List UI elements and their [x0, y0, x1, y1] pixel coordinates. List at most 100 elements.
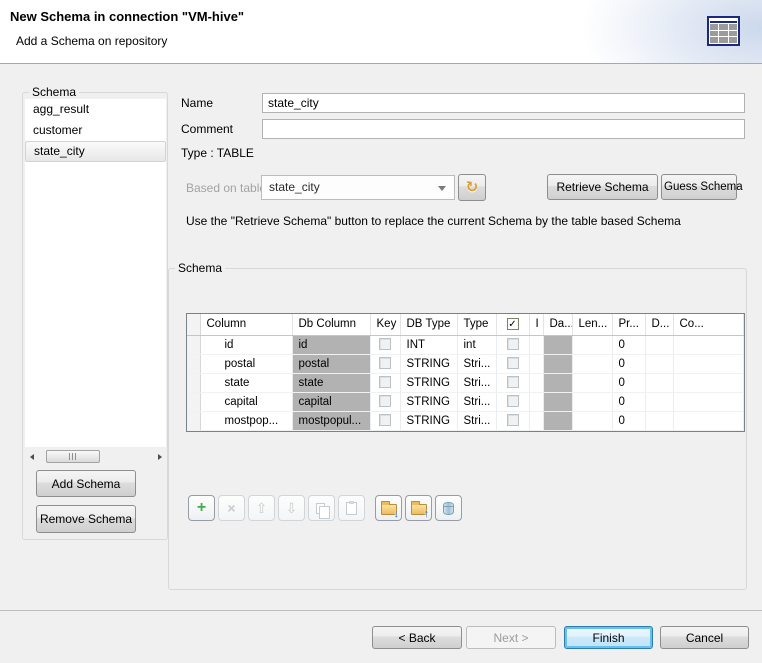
copy-icon [316, 503, 325, 514]
schema-list-group-label: Schema [29, 85, 79, 99]
table-row: postalpostal STRINGStri... 0 [187, 354, 743, 373]
name-input[interactable] [262, 93, 745, 113]
remove-column-button: × [218, 495, 245, 521]
cell-key[interactable] [370, 373, 400, 392]
cell-key[interactable] [370, 335, 400, 354]
cancel-button[interactable]: Cancel [660, 626, 749, 649]
remove-schema-button[interactable]: Remove Schema [36, 505, 136, 533]
cell-comment[interactable] [673, 354, 743, 373]
cell-precision[interactable]: 0 [612, 354, 645, 373]
cell-db-column[interactable]: capital [292, 392, 370, 411]
cell-default[interactable] [645, 392, 673, 411]
table-row: mostpop...mostpopul... STRINGStri... 0 [187, 411, 743, 430]
cell-i [529, 335, 543, 354]
refresh-table-list-button[interactable]: ↻ [458, 174, 486, 201]
cell-default[interactable] [645, 373, 673, 392]
cell-db-column[interactable]: mostpopul... [292, 411, 370, 430]
cell-i [529, 354, 543, 373]
schema-list-item[interactable]: state_city [25, 141, 166, 162]
cell-column[interactable]: id [200, 335, 292, 354]
arrow-up-icon: ⇧ [256, 500, 268, 517]
back-button[interactable]: < Back [372, 626, 462, 649]
schema-table: ColumnDb ColumnKeyDB TypeType✓IDa...Len.… [187, 314, 744, 431]
row-header-cell [187, 335, 200, 354]
cell-nullable[interactable] [496, 392, 529, 411]
cell-precision[interactable]: 0 [612, 411, 645, 430]
cell-db-type[interactable]: INT [400, 335, 457, 354]
cell-type[interactable]: int [457, 335, 496, 354]
cell-default[interactable] [645, 411, 673, 430]
column-header: D... [645, 314, 673, 335]
cell-precision[interactable]: 0 [612, 373, 645, 392]
cell-length[interactable] [572, 392, 612, 411]
import-schema-button[interactable]: ↓ [375, 495, 402, 521]
move-up-button: ⇧ [248, 495, 275, 521]
page-title: New Schema in connection "VM-hive" [10, 9, 244, 24]
cell-db-type[interactable]: STRING [400, 354, 457, 373]
column-header: Type [457, 314, 496, 335]
finish-button[interactable]: Finish [564, 626, 653, 649]
cell-date-pattern[interactable] [543, 411, 572, 430]
cell-type[interactable]: Stri... [457, 354, 496, 373]
cell-type[interactable]: Stri... [457, 411, 496, 430]
cell-column[interactable]: postal [200, 354, 292, 373]
checkbox-icon [379, 357, 391, 369]
cell-type[interactable]: Stri... [457, 373, 496, 392]
schema-table-body: ididINTint0postalpostalSTRINGStri...0sta… [187, 335, 743, 430]
cell-db-type[interactable]: STRING [400, 392, 457, 411]
cell-nullable[interactable] [496, 411, 529, 430]
database-button[interactable] [435, 495, 462, 521]
cell-precision[interactable]: 0 [612, 392, 645, 411]
cell-comment[interactable] [673, 373, 743, 392]
cell-comment[interactable] [673, 411, 743, 430]
scrollbar-grip-icon [69, 453, 78, 460]
cell-date-pattern[interactable] [543, 354, 572, 373]
cell-type[interactable]: Stri... [457, 392, 496, 411]
cell-length[interactable] [572, 354, 612, 373]
add-schema-button[interactable]: Add Schema [36, 470, 136, 497]
cell-nullable[interactable] [496, 373, 529, 392]
chevron-down-icon [438, 186, 446, 191]
schema-list-item[interactable]: agg_result [25, 99, 166, 120]
cell-db-type[interactable]: STRING [400, 373, 457, 392]
cell-comment[interactable] [673, 392, 743, 411]
cell-length[interactable] [572, 411, 612, 430]
cell-default[interactable] [645, 354, 673, 373]
cell-precision[interactable]: 0 [612, 335, 645, 354]
cell-column[interactable]: capital [200, 392, 292, 411]
cell-key[interactable] [370, 411, 400, 430]
row-header-cell [187, 411, 200, 430]
cell-default[interactable] [645, 335, 673, 354]
cell-length[interactable] [572, 373, 612, 392]
checkbox-icon [379, 395, 391, 407]
cell-length[interactable] [572, 335, 612, 354]
cell-key[interactable] [370, 392, 400, 411]
cell-comment[interactable] [673, 335, 743, 354]
cell-key[interactable] [370, 354, 400, 373]
cell-date-pattern[interactable] [543, 392, 572, 411]
column-header: Co... [673, 314, 743, 335]
cell-db-column[interactable]: id [292, 335, 370, 354]
cell-column[interactable]: mostpop... [200, 411, 292, 430]
scroll-left-button[interactable] [25, 449, 38, 464]
cell-db-column[interactable]: state [292, 373, 370, 392]
schema-list: agg_resultcustomerstate_city [25, 99, 166, 447]
cell-date-pattern[interactable] [543, 335, 572, 354]
scroll-right-button[interactable] [153, 449, 166, 464]
comment-input[interactable] [262, 119, 745, 139]
based-on-table-value: state_city [269, 180, 320, 194]
guess-schema-button[interactable]: Guess Schema [661, 174, 737, 200]
cell-nullable[interactable] [496, 335, 529, 354]
retrieve-schema-button[interactable]: Retrieve Schema [547, 174, 658, 200]
schema-list-hscrollbar[interactable] [25, 449, 166, 464]
cell-date-pattern[interactable] [543, 373, 572, 392]
cell-db-type[interactable]: STRING [400, 411, 457, 430]
cell-nullable[interactable] [496, 354, 529, 373]
export-schema-button[interactable]: ↑ [405, 495, 432, 521]
column-header: Db Column [292, 314, 370, 335]
add-column-button[interactable]: + [188, 495, 215, 521]
cell-db-column[interactable]: postal [292, 354, 370, 373]
scrollbar-thumb[interactable] [46, 450, 100, 463]
cell-column[interactable]: state [200, 373, 292, 392]
schema-list-item[interactable]: customer [25, 120, 166, 141]
